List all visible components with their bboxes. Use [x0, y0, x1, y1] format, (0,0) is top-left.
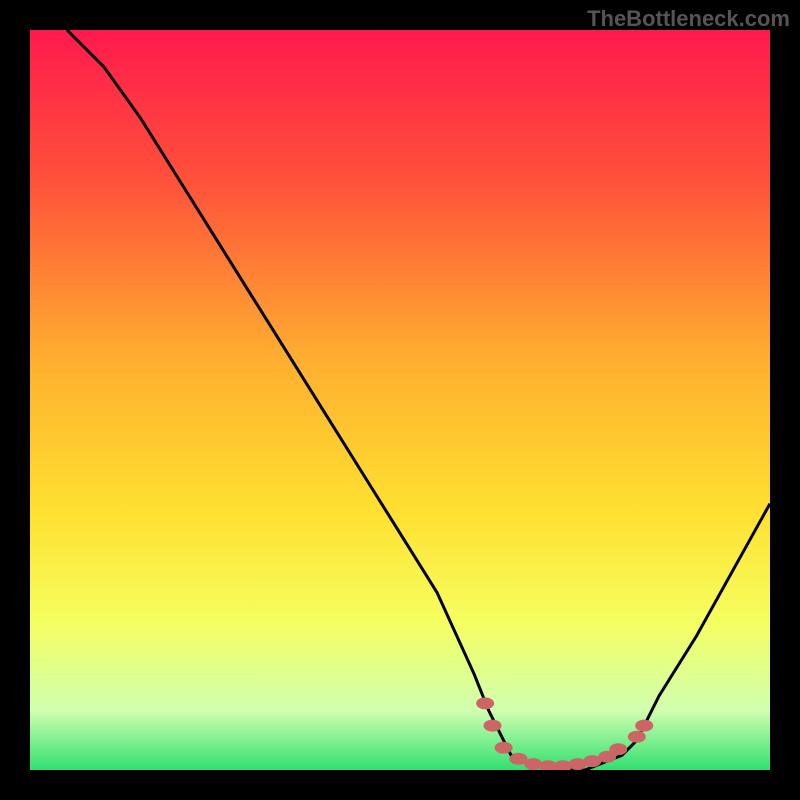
- marker-dot: [495, 742, 513, 754]
- marker-dot: [484, 720, 502, 732]
- marker-dot: [609, 743, 627, 755]
- marker-dot: [628, 731, 646, 743]
- bottleneck-chart: [30, 30, 770, 770]
- chart-container: [30, 30, 770, 770]
- watermark-text: TheBottleneck.com: [587, 6, 790, 32]
- gradient-background: [30, 30, 770, 770]
- marker-dot: [476, 697, 494, 709]
- marker-dot: [635, 720, 653, 732]
